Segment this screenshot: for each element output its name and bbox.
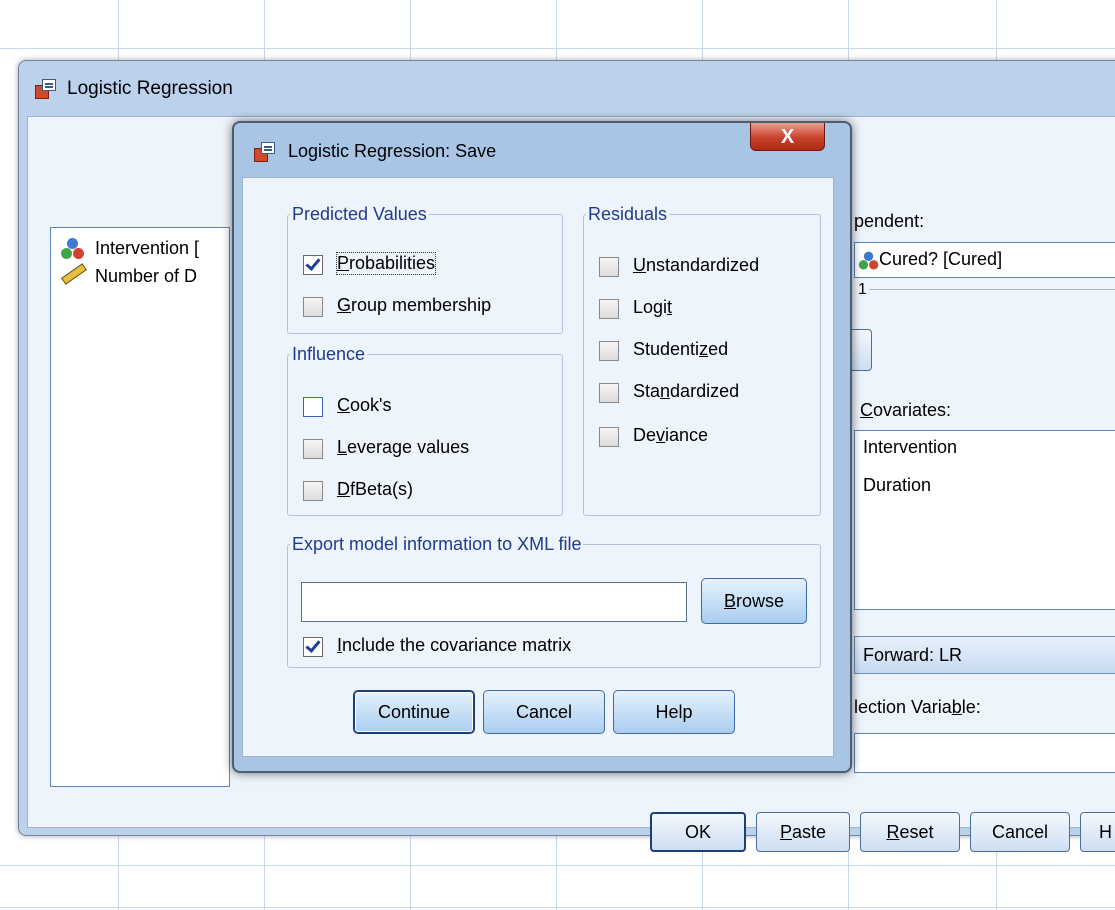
close-button[interactable]: X [750, 123, 825, 151]
standardized-label: Standardized [633, 381, 740, 401]
save-dialog-title: Logistic Regression: Save [288, 141, 497, 161]
cooks-checkbox[interactable] [303, 397, 323, 417]
studentized-label: Studentized [633, 339, 729, 359]
method-value: Forward: LR [863, 645, 963, 665]
dependent-label: pendent: [854, 211, 925, 231]
reset-button[interactable]: Reset [860, 812, 960, 852]
leverage-values-checkbox[interactable] [303, 439, 323, 459]
cancel-button[interactable]: Cancel [483, 690, 605, 734]
help-button[interactable]: Help [613, 690, 735, 734]
influence-group: Influence [287, 344, 563, 516]
selection-variable-field[interactable] [854, 733, 1115, 773]
continue-button[interactable]: Continue [353, 690, 475, 734]
spss-app-icon [254, 142, 276, 162]
nominal-icon [858, 251, 879, 271]
browse-button[interactable]: Browse [701, 578, 807, 624]
block-label: 1 [856, 281, 869, 299]
residuals-legend: Residuals [588, 204, 668, 224]
variable-label: Number of D [95, 266, 198, 286]
deviance-checkbox[interactable] [599, 427, 619, 447]
group-membership-label: Group membership [337, 295, 492, 315]
unstandardized-label: Unstandardized [633, 255, 760, 275]
probabilities-label: Probabilities [335, 252, 437, 275]
cooks-label: Cook's [337, 395, 392, 415]
dialog-title: Logistic Regression [67, 78, 233, 99]
influence-legend: Influence [292, 344, 366, 364]
spss-app-icon [35, 79, 57, 99]
method-select[interactable]: Forward: LR [854, 636, 1115, 674]
close-icon: X [780, 125, 795, 148]
checkmark-icon [305, 255, 321, 271]
unstandardized-checkbox[interactable] [599, 257, 619, 277]
variable-label: Intervention [ [95, 238, 200, 258]
xml-file-input[interactable] [301, 582, 687, 622]
nominal-icon [61, 238, 85, 260]
list-item[interactable]: Duration [863, 475, 931, 496]
cancel-button[interactable]: Cancel [970, 812, 1070, 852]
checkmark-icon [305, 637, 321, 653]
include-covariance-checkbox[interactable] [303, 637, 323, 657]
block-next-button[interactable] [850, 329, 872, 371]
probabilities-checkbox[interactable] [303, 255, 323, 275]
block-groove [868, 289, 1115, 290]
paste-button[interactable]: Paste [756, 812, 850, 852]
save-dialog: Logistic Regression: Save X Predicted Va… [232, 121, 852, 773]
scale-icon [61, 263, 87, 285]
ok-button[interactable]: OK [650, 812, 746, 852]
include-covariance-label: Include the covariance matrix [337, 635, 572, 655]
dfbeta-label: DfBeta(s) [337, 479, 414, 499]
logit-label: Logit [633, 297, 673, 317]
predicted-values-legend: Predicted Values [292, 204, 427, 224]
dfbeta-checkbox[interactable] [303, 481, 323, 501]
save-dialog-body: Predicted Values Probabilities Group mem… [242, 177, 834, 757]
export-xml-legend: Export model information to XML file [292, 534, 582, 554]
dependent-value: Cured? [Cured] [879, 249, 1003, 269]
group-membership-checkbox[interactable] [303, 297, 323, 317]
standardized-checkbox[interactable] [599, 383, 619, 403]
logit-checkbox[interactable] [599, 299, 619, 319]
list-item[interactable]: Intervention [863, 437, 957, 458]
covariates-label: Covariates: [860, 400, 952, 420]
help-button[interactable]: H [1080, 812, 1115, 852]
selection-variable-label: lection Variable: [854, 697, 981, 717]
variable-list[interactable]: Intervention [ Number of D [50, 227, 230, 787]
deviance-label: Deviance [633, 425, 709, 445]
covariates-list[interactable]: Intervention Duration [854, 430, 1115, 610]
studentized-checkbox[interactable] [599, 341, 619, 361]
dependent-field[interactable]: Cured? [Cured] [854, 242, 1115, 278]
leverage-values-label: Leverage values [337, 437, 470, 457]
